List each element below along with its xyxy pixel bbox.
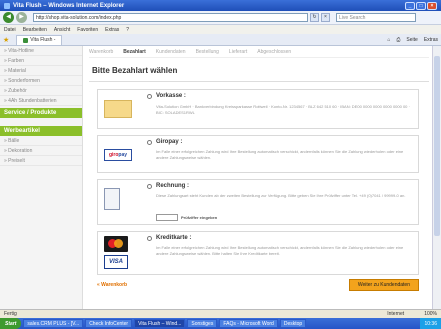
status-bar: Fertig Internet 100% bbox=[0, 309, 441, 318]
radio-kreditkarte[interactable] bbox=[147, 236, 152, 241]
taskbar-item[interactable]: Desktop bbox=[279, 319, 307, 328]
mastercard-icon bbox=[104, 236, 128, 252]
sidebar-item[interactable]: » Bälle bbox=[0, 136, 82, 146]
menu-view[interactable]: Ansicht bbox=[54, 27, 70, 33]
command-bar: ⌂ ⎙ Seite Extras bbox=[381, 37, 438, 43]
step-bezahlart: Bezahlart bbox=[123, 48, 146, 55]
payment-name: Kreditkarte : bbox=[156, 235, 192, 241]
taskbar-item[interactable]: Sonstiges bbox=[187, 319, 218, 328]
payment-name: Vorkasse : bbox=[156, 93, 186, 99]
payment-desc: Diese Zahlungsart steht Kunden ab der zw… bbox=[156, 193, 406, 198]
url-field[interactable]: http://shop.vita-solution.com/index.php bbox=[33, 13, 308, 22]
back-to-cart-link[interactable]: « Warenkorb bbox=[97, 282, 127, 288]
creditcard-logos-icon: VISA bbox=[104, 236, 128, 272]
sidebar-item[interactable]: » Material bbox=[0, 66, 82, 76]
taskbar-item[interactable]: Check InfoCenter bbox=[85, 319, 133, 328]
minimize-button[interactable]: _ bbox=[405, 1, 415, 10]
payment-option-rechnung[interactable]: Rechnung : Diese Zahlungsart steht Kunde… bbox=[97, 179, 419, 225]
tools-menu[interactable]: Extras bbox=[424, 37, 438, 43]
sidebar-item[interactable]: » Sonderformen bbox=[0, 76, 82, 86]
tab-bar: ★ Vita Flush - ⌂ ⎙ Seite Extras bbox=[0, 34, 441, 46]
giropay-logo-icon: giropay bbox=[104, 149, 132, 161]
security-zone: Internet bbox=[387, 311, 405, 317]
next-button[interactable]: Weiter zu Kundendaten bbox=[348, 279, 419, 291]
payment-option-giropay[interactable]: giropay Giropay : Im Falle einer erfolgr… bbox=[97, 135, 419, 173]
back-nav-button[interactable]: ◀ bbox=[3, 12, 14, 23]
ie-icon bbox=[4, 2, 10, 9]
step-kundendaten: Kundendaten bbox=[155, 48, 186, 55]
taskbar-item-active[interactable]: Vita Flush – Wind... bbox=[134, 319, 186, 328]
menu-file[interactable]: Datei bbox=[4, 27, 16, 33]
checkout-steps: Warenkorb Bezahlart Kundendaten Bestellu… bbox=[89, 46, 429, 58]
step-abgeschlossen: Abgeschlossen bbox=[257, 48, 292, 55]
form-actions: « Warenkorb Weiter zu Kundendaten bbox=[97, 278, 419, 292]
sidebar-item[interactable]: » Vita-Hotline bbox=[0, 46, 82, 56]
page-title: Bitte Bezahlart wählen bbox=[92, 66, 178, 75]
radio-vorkasse[interactable] bbox=[147, 94, 152, 99]
sidebar-section-werbeartikel[interactable]: Werbeartikel bbox=[0, 126, 82, 136]
system-tray: 10:36 bbox=[420, 318, 441, 329]
clock: 10:36 bbox=[424, 320, 437, 327]
site-favicon-icon bbox=[23, 37, 29, 43]
page-content: » Vita-Hotline » Farben » Material » Son… bbox=[0, 46, 432, 309]
payment-option-kreditkarte[interactable]: VISA Kreditkarte : Im Falle einer erfolg… bbox=[97, 231, 419, 275]
step-warenkorb[interactable]: Warenkorb bbox=[89, 49, 113, 55]
taskbar: Start sales.CRM PLUS - [V... Check InfoC… bbox=[0, 318, 441, 329]
pruefziffer-label: Prüfziffer eingeben bbox=[181, 215, 218, 220]
sidebar-item[interactable]: » Zubehör bbox=[0, 86, 82, 96]
browser-tab[interactable]: Vita Flush - bbox=[16, 34, 63, 45]
sidebar-section-service[interactable]: Service / Produkte bbox=[0, 108, 82, 118]
payment-name: Rechnung : bbox=[156, 183, 189, 189]
menu-favorites[interactable]: Favoriten bbox=[77, 27, 98, 33]
stop-button[interactable]: × bbox=[321, 13, 330, 22]
refresh-button[interactable]: ↻ bbox=[310, 13, 319, 22]
taskbar-item[interactable]: sales.CRM PLUS - [V... bbox=[23, 319, 84, 328]
address-bar: ◀ ▶ http://shop.vita-solution.com/index.… bbox=[0, 11, 441, 25]
visa-icon: VISA bbox=[104, 255, 128, 269]
menu-help[interactable]: ? bbox=[126, 27, 129, 33]
zoom-level[interactable]: 100% bbox=[424, 311, 437, 317]
radio-giropay[interactable] bbox=[147, 140, 152, 145]
scrollbar-thumb[interactable] bbox=[434, 56, 440, 236]
main-area: Warenkorb Bezahlart Kundendaten Bestellu… bbox=[89, 46, 429, 309]
print-icon[interactable]: ⎙ bbox=[396, 37, 400, 43]
favorites-star-icon[interactable]: ★ bbox=[3, 36, 9, 44]
menu-tools[interactable]: Extras bbox=[105, 27, 119, 33]
step-bestellung: Bestellung bbox=[195, 48, 219, 55]
sidebar-item[interactable]: » Farben bbox=[0, 56, 82, 66]
invoice-icon bbox=[104, 188, 120, 210]
tab-label: Vita Flush - bbox=[30, 37, 56, 43]
step-lieferart: Lieferart bbox=[228, 48, 248, 55]
start-button[interactable]: Start bbox=[0, 318, 22, 329]
sidebar: » Vita-Hotline » Farben » Material » Son… bbox=[0, 46, 83, 309]
menu-edit[interactable]: Bearbeiten bbox=[23, 27, 47, 33]
window-titlebar: Vita Flush – Windows Internet Explorer _… bbox=[0, 0, 441, 11]
payment-option-vorkasse[interactable]: Vorkasse : Vita-Solution GmbH · Bankverb… bbox=[97, 89, 419, 129]
sidebar-item[interactable]: » Dekoration bbox=[0, 146, 82, 156]
close-button[interactable]: × bbox=[427, 1, 437, 10]
window-title: Vita Flush – Windows Internet Explorer bbox=[13, 2, 125, 9]
pruefziffer-input[interactable] bbox=[156, 214, 178, 221]
payment-name: Giropay : bbox=[156, 139, 183, 145]
vertical-scrollbar[interactable] bbox=[432, 46, 441, 309]
payment-desc: Im Falle einer erfolgreichen Zahlung wir… bbox=[156, 149, 404, 160]
cash-icon bbox=[104, 100, 132, 118]
menu-bar: Datei Bearbeiten Ansicht Favoriten Extra… bbox=[0, 25, 441, 34]
search-input[interactable]: Live Search bbox=[336, 13, 416, 22]
page-menu[interactable]: Seite bbox=[406, 37, 417, 43]
pruefziffer-row: Prüfziffer eingeben bbox=[156, 214, 217, 221]
radio-rechnung[interactable] bbox=[147, 184, 152, 189]
divider bbox=[89, 81, 429, 82]
payment-desc: Vita-Solution GmbH · Bankverbindung Krei… bbox=[156, 104, 410, 115]
sidebar-item[interactable]: » 4Ah Stundenbatterien bbox=[0, 96, 82, 106]
taskbar-item[interactable]: FAQs - Microsoft Word bbox=[219, 319, 278, 328]
maximize-button[interactable]: □ bbox=[416, 1, 426, 10]
payment-desc: Im Falle einer erfolgreichen Zahlung wir… bbox=[156, 245, 404, 256]
home-icon[interactable]: ⌂ bbox=[387, 37, 390, 43]
sidebar-item[interactable]: » Preiselt bbox=[0, 156, 82, 166]
forward-nav-button[interactable]: ▶ bbox=[16, 12, 27, 23]
status-text: Fertig bbox=[4, 311, 17, 317]
